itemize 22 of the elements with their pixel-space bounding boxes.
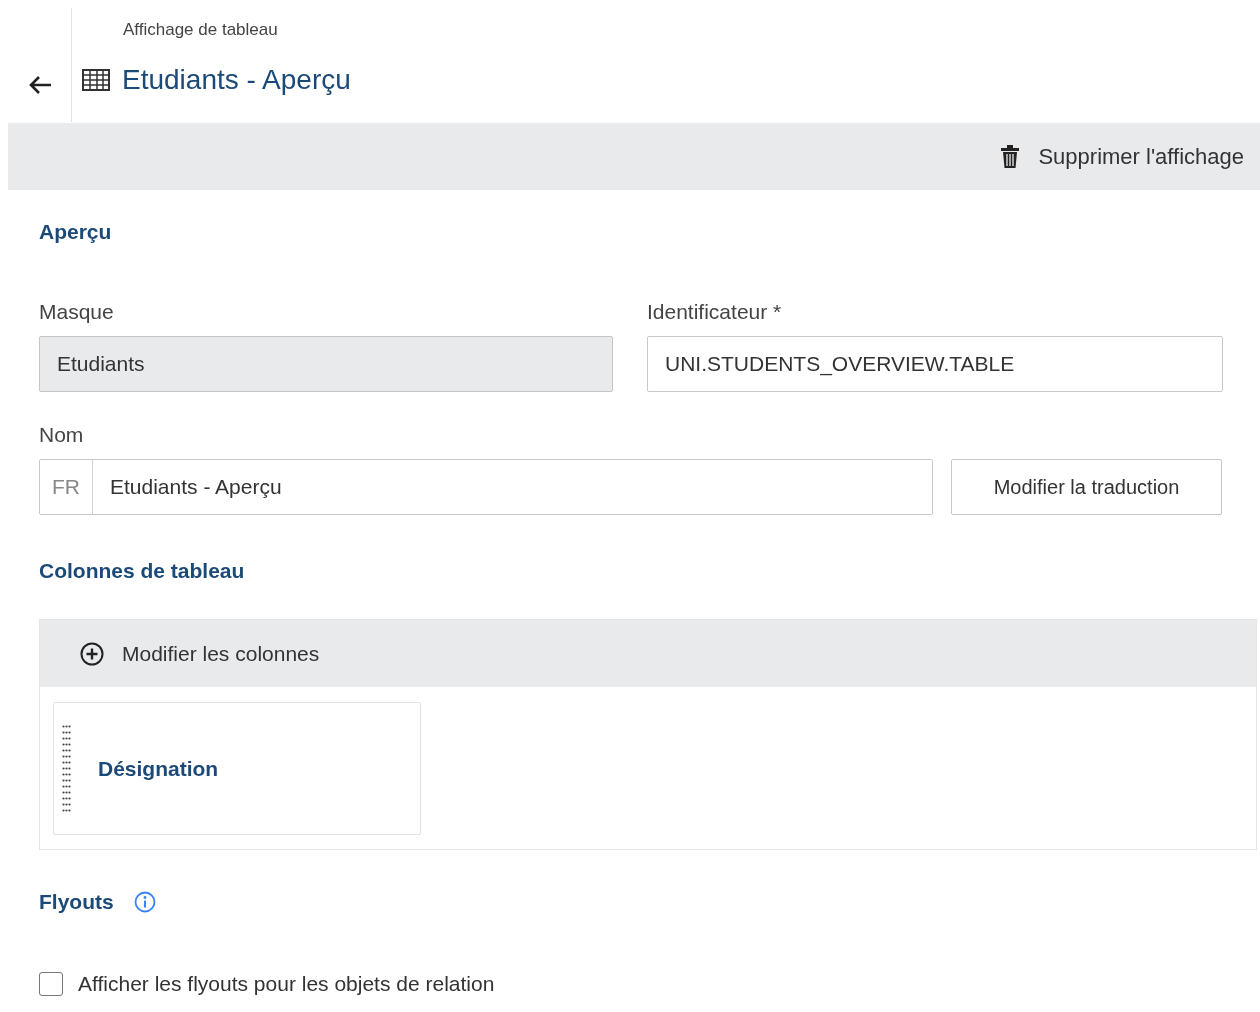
breadcrumb: Affichage de tableau bbox=[123, 20, 279, 40]
input-field[interactable]: UNI.STUDENTS_OVERVIEW.TABLE bbox=[647, 336, 1223, 392]
checkbox-label: Afficher les flyouts pour les objets de relation bbox=[78, 972, 495, 996]
field-label: Nom bbox=[39, 423, 85, 447]
section-heading: Flyouts bbox=[39, 890, 114, 914]
field-label: Masque bbox=[39, 300, 115, 324]
page-title: Etudiants - Aperçu bbox=[122, 64, 351, 96]
drag-handle-icon[interactable] bbox=[62, 725, 72, 812]
name-field[interactable]: FR Etudiants - Aperçu bbox=[39, 459, 933, 515]
table-icon bbox=[82, 69, 110, 91]
section-heading: Colonnes de tableau bbox=[39, 559, 246, 583]
checkbox[interactable] bbox=[39, 972, 63, 996]
trash-icon bbox=[1000, 144, 1021, 169]
edit-translation-button[interactable]: Modifier la traduction bbox=[951, 459, 1222, 515]
column-label: Désignation bbox=[98, 756, 219, 781]
section-heading: Aperçu bbox=[39, 220, 113, 244]
column-card[interactable]: Désignation bbox=[53, 702, 421, 835]
field-label: Identificateur * bbox=[647, 300, 783, 324]
info-icon[interactable] bbox=[133, 891, 156, 913]
delete-view-button[interactable]: Supprimer l'affichage bbox=[1000, 137, 1244, 176]
plus-circle-icon bbox=[80, 641, 104, 666]
edit-columns-button[interactable]: Modifier les colonnes bbox=[80, 635, 320, 672]
